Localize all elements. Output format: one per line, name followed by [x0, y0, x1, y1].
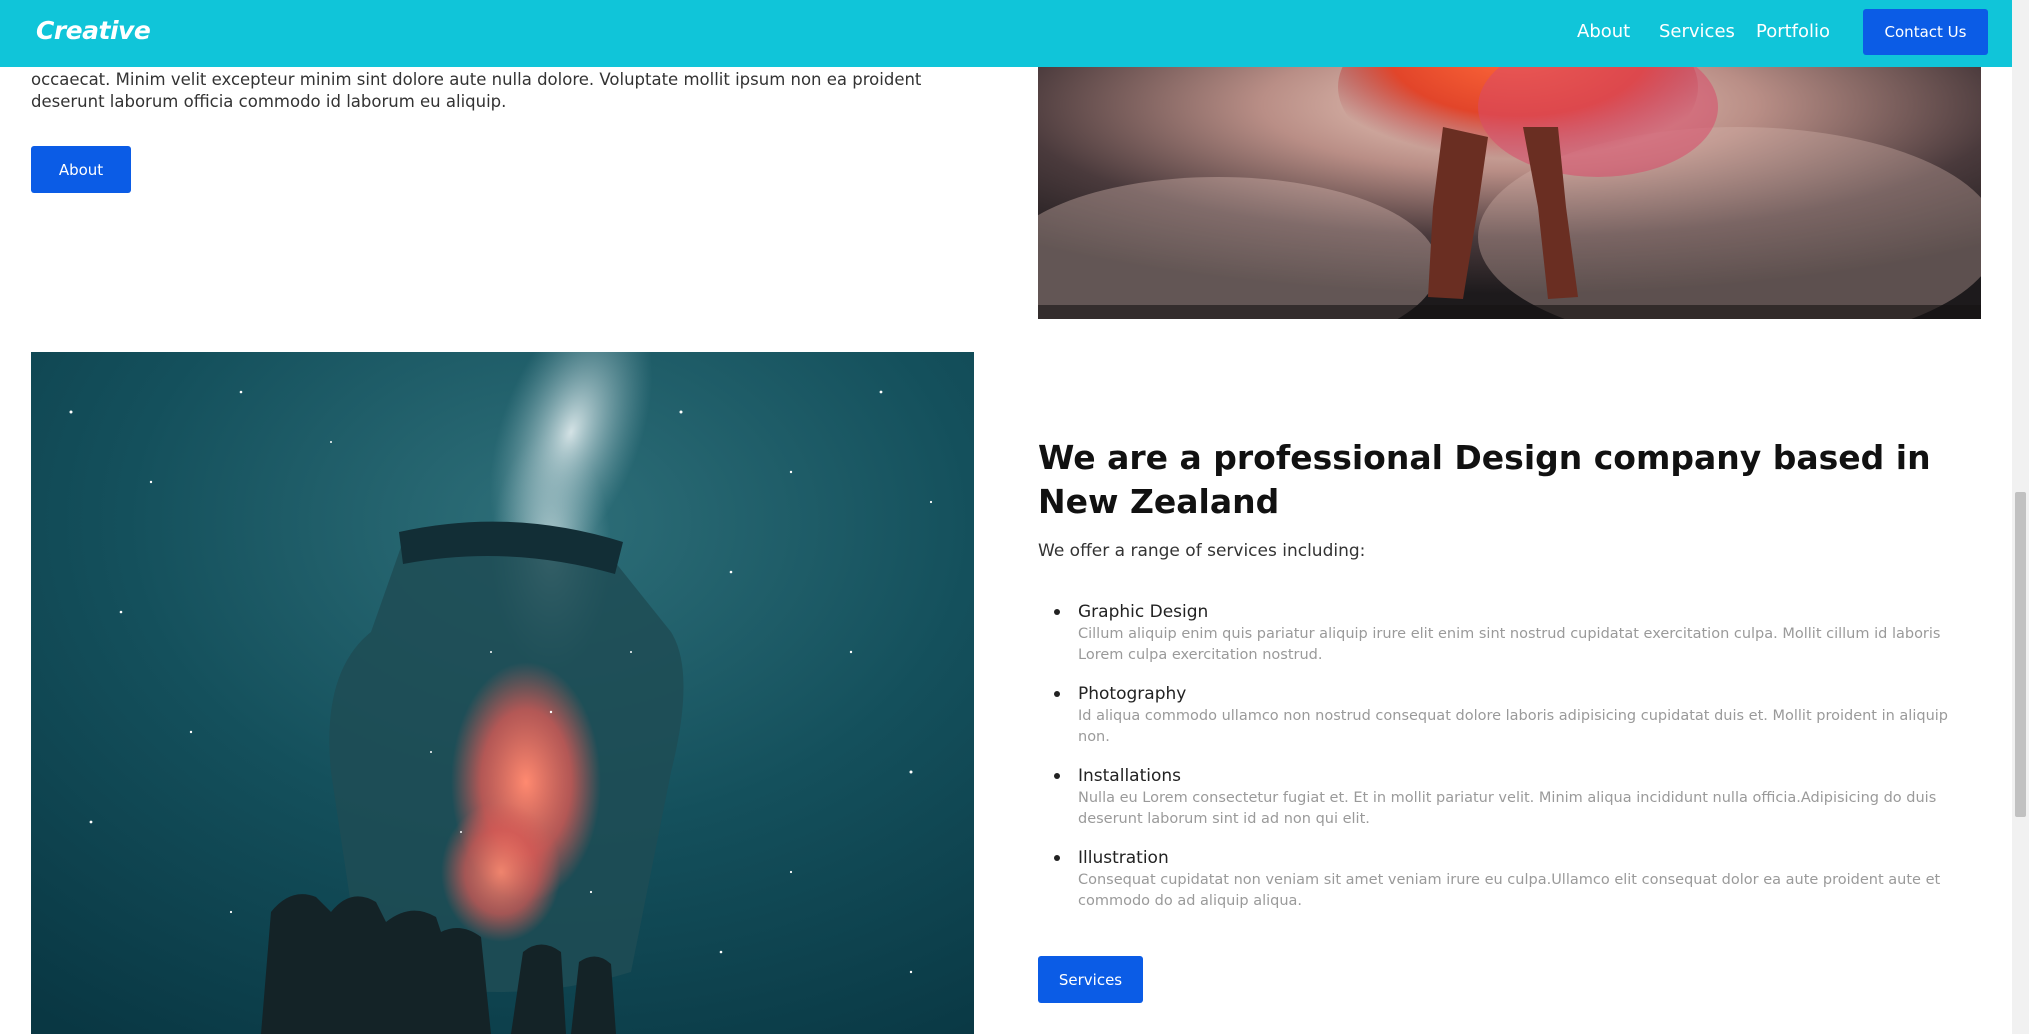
contact-us-button[interactable]: Contact Us — [1863, 9, 1988, 55]
page-scrollbar-thumb[interactable] — [2015, 492, 2026, 817]
services-intro-text: We offer a range of services including: — [1038, 541, 1366, 561]
service-description: Cillum aliquip enim quis pariatur aliqui… — [1078, 626, 1941, 663]
service-description: Nulla eu Lorem consectetur fugiat et. Et… — [1078, 790, 1937, 827]
smoke-person-photo — [1038, 67, 1981, 319]
services-button[interactable]: Services — [1038, 956, 1143, 1003]
bullet-icon — [1054, 609, 1060, 615]
galaxy-jar-photo — [31, 352, 974, 1034]
service-description: Id aliqua commodo ullamco non nostrud co… — [1078, 708, 1948, 745]
service-description: Consequat cupidatat non veniam sit amet … — [1078, 872, 1941, 909]
services-list: Graphic Design Cillum aliquip enim quis … — [1038, 600, 1978, 928]
brand-logo[interactable]: Creative — [36, 16, 151, 45]
bullet-icon — [1054, 855, 1060, 861]
nav-link-portfolio[interactable]: Portfolio — [1756, 21, 1830, 42]
top-navbar: Creative About Services Portfolio Contac… — [0, 0, 2012, 67]
about-button[interactable]: About — [31, 146, 131, 193]
intro-paragraph: occaecat. Minim velit excepteur minim si… — [31, 70, 922, 111]
galaxy-jar-image — [31, 352, 974, 1034]
service-title: Installations — [1078, 766, 1182, 786]
list-item: Graphic Design Cillum aliquip enim quis … — [1038, 600, 1978, 682]
nav-link-about[interactable]: About — [1577, 21, 1630, 42]
list-item: Illustration Consequat cupidatat non ven… — [1038, 846, 1978, 928]
smoke-person-image — [1038, 67, 1981, 319]
list-item: Photography Id aliqua commodo ullamco no… — [1038, 682, 1978, 764]
service-title: Graphic Design — [1078, 602, 1209, 622]
list-item: Installations Nulla eu Lorem consectetur… — [1038, 764, 1978, 846]
service-title: Illustration — [1078, 848, 1169, 868]
services-heading: We are a professional Design company bas… — [1038, 438, 1931, 521]
bullet-icon — [1054, 691, 1060, 697]
service-title: Photography — [1078, 684, 1187, 704]
nav-link-services[interactable]: Services — [1659, 21, 1735, 42]
bullet-icon — [1054, 773, 1060, 779]
